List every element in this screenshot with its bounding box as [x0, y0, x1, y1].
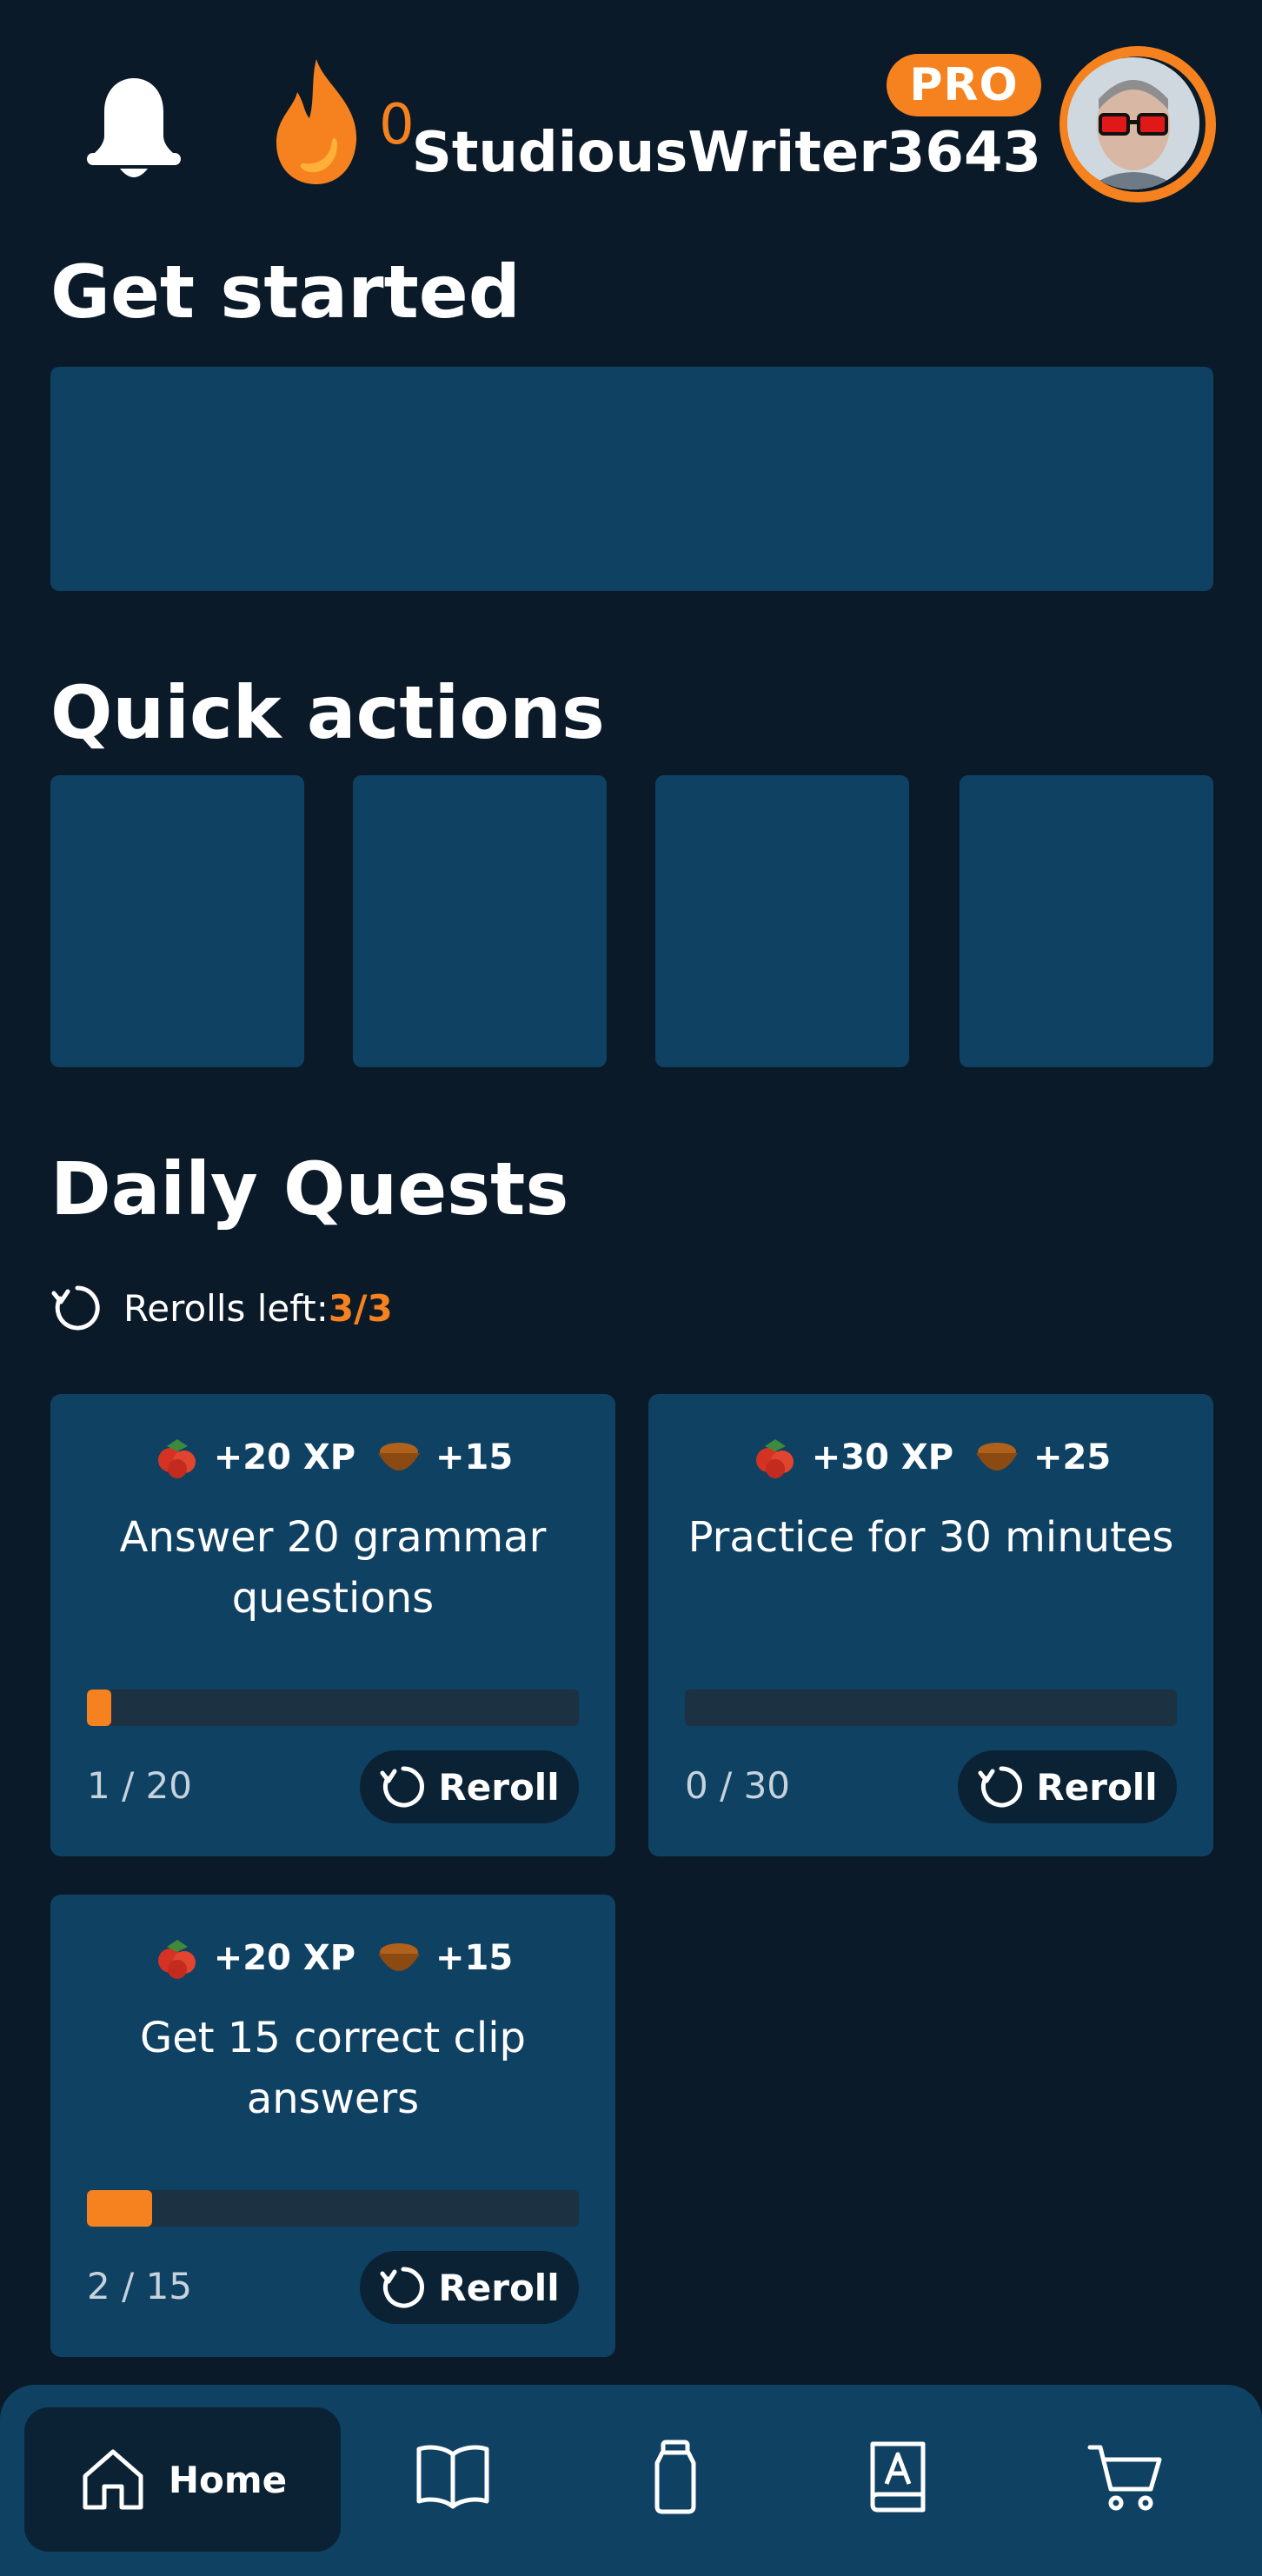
dictionary-icon[interactable]: [859, 2437, 937, 2515]
quest-progress-fill: [87, 1690, 112, 1726]
quest-card-2: +30 XP +25 Practice for 30 minutes 0 / 3…: [648, 1394, 1213, 1856]
home-screen: 0 PRO StudiousWriter3643 Get started Qui…: [0, 0, 1262, 2576]
quick-action-4[interactable]: [960, 775, 1213, 1067]
book-icon[interactable]: [414, 2437, 492, 2515]
nut-bowl-icon: [378, 1443, 421, 1471]
quick-actions-title: Quick actions: [50, 670, 605, 755]
reroll-button[interactable]: Reroll: [958, 1750, 1177, 1823]
reroll-label: Reroll: [438, 2266, 560, 2309]
quest-progress-bar: [87, 2190, 579, 2227]
quest-card-1: +20 XP +15 Answer 20 grammar questions 1…: [50, 1394, 615, 1856]
quest-title: Answer 20 grammar questions: [119, 1513, 547, 1623]
reroll-button[interactable]: Reroll: [360, 1750, 579, 1823]
nav-home[interactable]: Home: [24, 2407, 341, 2552]
get-started-title: Get started: [50, 249, 521, 335]
quest-progress-text: 1 / 20: [87, 1764, 193, 1807]
quest-xp: +20 XP: [213, 1938, 356, 1978]
berry-icon: [157, 1439, 196, 1478]
reroll-icon: [978, 1766, 1023, 1808]
home-icon: [83, 2449, 143, 2510]
quest-progress-bar: [87, 1690, 579, 1726]
quest-progress-text: 0 / 30: [685, 1764, 791, 1807]
quest-progress-bar: [685, 1690, 1177, 1726]
quick-action-1[interactable]: [50, 775, 304, 1067]
pro-badge[interactable]: PRO: [887, 54, 1041, 116]
rerolls-left: Rerolls left: 3/3: [50, 1281, 393, 1335]
quest-rewards: +20 XP +15: [50, 1936, 615, 1980]
reroll-label: Reroll: [1036, 1765, 1158, 1809]
quest-xp: +30 XP: [811, 1437, 954, 1477]
rerolls-value: 3/3: [328, 1286, 393, 1330]
nut-bowl-icon: [378, 1943, 421, 1971]
quest-title: Get 15 correct clip answers: [140, 2014, 526, 2123]
quest-xp: +20 XP: [213, 1437, 356, 1477]
quest-nuts: +15: [435, 1938, 514, 1978]
nut-bowl-icon: [976, 1443, 1019, 1471]
username[interactable]: StudiousWriter3643: [412, 125, 1041, 181]
reroll-label: Reroll: [438, 1765, 560, 1809]
cart-icon[interactable]: [1086, 2437, 1165, 2515]
reroll-icon: [51, 1285, 100, 1331]
quest-title: Practice for 30 minutes: [687, 1513, 1174, 1562]
quick-action-2[interactable]: [353, 775, 607, 1067]
quest-nuts: +15: [435, 1437, 514, 1477]
bottom-nav: Home: [0, 2385, 1262, 2576]
avatar-photo: [1067, 57, 1199, 189]
avatar[interactable]: [1067, 57, 1199, 189]
quest-rewards: +20 XP +15: [50, 1436, 615, 1479]
jar-icon[interactable]: [636, 2437, 714, 2515]
daily-quests-title: Daily Quests: [50, 1146, 569, 1232]
streak-flame-icon[interactable]: [273, 57, 360, 186]
quest-progress-text: 2 / 15: [87, 2265, 193, 2307]
reroll-button[interactable]: Reroll: [360, 2251, 579, 2324]
quest-nuts: +25: [1033, 1437, 1112, 1477]
quest-rewards: +30 XP +25: [648, 1436, 1213, 1479]
quick-action-3[interactable]: [655, 775, 909, 1067]
reroll-icon: [380, 2267, 425, 2308]
berry-icon: [755, 1439, 794, 1478]
quest-progress-fill: [87, 2190, 153, 2227]
rerolls-label: Rerolls left:: [123, 1286, 329, 1330]
nav-home-label: Home: [168, 2458, 288, 2501]
get-started-card[interactable]: [50, 367, 1213, 591]
notification-bell-icon[interactable]: [85, 75, 183, 183]
streak-count: 0: [379, 93, 415, 157]
berry-icon: [157, 1940, 196, 1979]
quest-card-3: +20 XP +15 Get 15 correct clip answers 2…: [50, 1895, 615, 2357]
reroll-icon: [380, 1766, 425, 1808]
